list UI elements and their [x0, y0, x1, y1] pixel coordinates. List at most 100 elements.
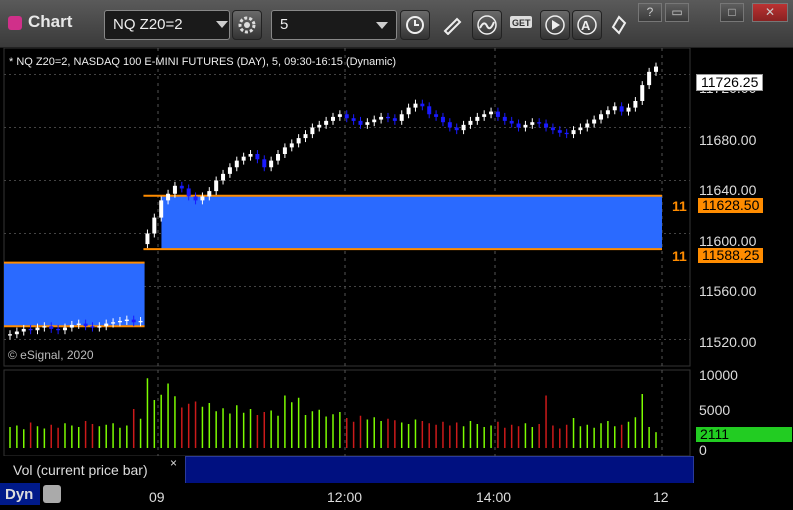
candle-body	[76, 323, 81, 325]
candle-body	[358, 120, 363, 125]
candle-body	[152, 217, 157, 234]
candle-body	[379, 116, 384, 120]
pencil-icon	[443, 17, 462, 35]
candle-body	[214, 180, 219, 192]
help-button[interactable]: ?	[638, 3, 662, 22]
lower-level-tag: 11588.25	[698, 248, 764, 263]
price-tick: 11640.00	[699, 182, 757, 198]
settings-button[interactable]	[232, 10, 262, 40]
price-tick: 11560.00	[699, 283, 757, 299]
close-study-icon[interactable]: ×	[170, 456, 177, 470]
volume-label-text: Vol (current price bar)	[13, 462, 148, 478]
candle-body	[289, 143, 294, 148]
candle-body	[28, 328, 33, 331]
gear-icon	[238, 16, 256, 34]
candle-body	[138, 320, 143, 323]
candle-body	[495, 111, 500, 117]
candle-body	[62, 327, 67, 331]
volume-tick: 5000	[699, 402, 731, 418]
candle-body	[599, 114, 604, 120]
time-axis[interactable]: 09 12:00 14:00 12	[0, 483, 793, 510]
candle-body	[365, 122, 370, 125]
candle-body	[633, 101, 638, 108]
candle-body	[255, 154, 260, 160]
candle-body	[516, 123, 521, 128]
symbol-dropdown-icon[interactable]	[216, 21, 228, 28]
candle-body	[399, 114, 404, 121]
candle-body	[111, 322, 116, 324]
candle-body	[310, 127, 315, 135]
interval-select[interactable]: 5	[271, 10, 397, 40]
candle-body	[385, 116, 390, 119]
candle-body	[454, 127, 459, 131]
price-chart[interactable]	[0, 48, 793, 510]
get-icon: GET	[510, 16, 532, 28]
maximize-button[interactable]: □	[720, 3, 744, 22]
candle-body	[193, 196, 198, 201]
time-template-button[interactable]	[400, 10, 430, 40]
candle-body	[14, 331, 19, 335]
candle-body	[331, 116, 335, 121]
candle-body	[489, 111, 494, 115]
candle-body	[406, 107, 411, 115]
alert-button[interactable]: A	[572, 10, 602, 40]
candle-body	[344, 114, 349, 119]
pointer-icon	[611, 15, 627, 35]
price-tick: 11520.00	[699, 334, 757, 350]
get-button[interactable]: GET	[506, 10, 534, 38]
candle-body	[461, 124, 466, 131]
candle-body	[420, 103, 425, 107]
candle-body	[42, 326, 47, 328]
candle-body	[564, 132, 569, 135]
chart-app-icon	[8, 16, 22, 30]
candle-body	[145, 233, 150, 245]
candle-body	[166, 193, 171, 201]
restore-button[interactable]: ▭	[665, 3, 689, 22]
clock-icon	[406, 16, 424, 34]
play-button[interactable]	[540, 10, 570, 40]
studies-button[interactable]	[472, 10, 502, 40]
upper-level-tag: 11628.50	[698, 198, 764, 213]
candle-body	[104, 323, 109, 327]
candle-body	[447, 122, 452, 128]
candle-body	[276, 154, 281, 161]
candle-body	[241, 156, 246, 161]
dynamic-mode-button[interactable]: Dyn	[0, 483, 40, 505]
candle-body	[626, 107, 631, 112]
candle-body	[131, 319, 136, 323]
time-label: 09	[149, 489, 165, 505]
candle-body	[468, 120, 473, 125]
volume-study-label[interactable]: Vol (current price bar)	[0, 456, 185, 483]
symbol-input[interactable]: NQ Z20=2	[104, 10, 230, 40]
candle-body	[585, 123, 590, 128]
candle-body	[262, 159, 267, 168]
draw-button[interactable]	[438, 10, 466, 38]
candle-body	[337, 114, 342, 117]
candle-body	[324, 120, 329, 125]
candle-body	[159, 200, 164, 218]
candle-body	[427, 106, 432, 115]
interval-value: 5	[280, 16, 289, 33]
alert-icon: A	[577, 15, 597, 35]
candle-body	[550, 127, 555, 131]
candle-body	[21, 328, 26, 332]
candle-body	[296, 138, 301, 144]
candle-body	[269, 160, 274, 168]
time-label: 12:00	[327, 489, 363, 505]
candle-body	[56, 328, 61, 331]
candle-body	[372, 119, 377, 123]
chart-area[interactable]: * NQ Z20=2, NASDAQ 100 E-MINI FUTURES (D…	[0, 48, 793, 510]
lock-icon[interactable]	[43, 485, 61, 503]
close-button[interactable]: ✕	[752, 3, 788, 22]
copyright-text: © eSignal, 2020	[8, 348, 94, 362]
cursor-button[interactable]	[604, 10, 632, 38]
upper-level-short: 11	[672, 198, 687, 214]
candle-body	[90, 326, 95, 328]
time-label: 12	[653, 489, 669, 505]
candle-body	[612, 106, 617, 111]
candle-body	[248, 154, 253, 157]
candle-body	[578, 127, 583, 131]
candle-body	[502, 116, 507, 121]
candle-body	[619, 106, 624, 112]
candle-body	[605, 110, 610, 115]
